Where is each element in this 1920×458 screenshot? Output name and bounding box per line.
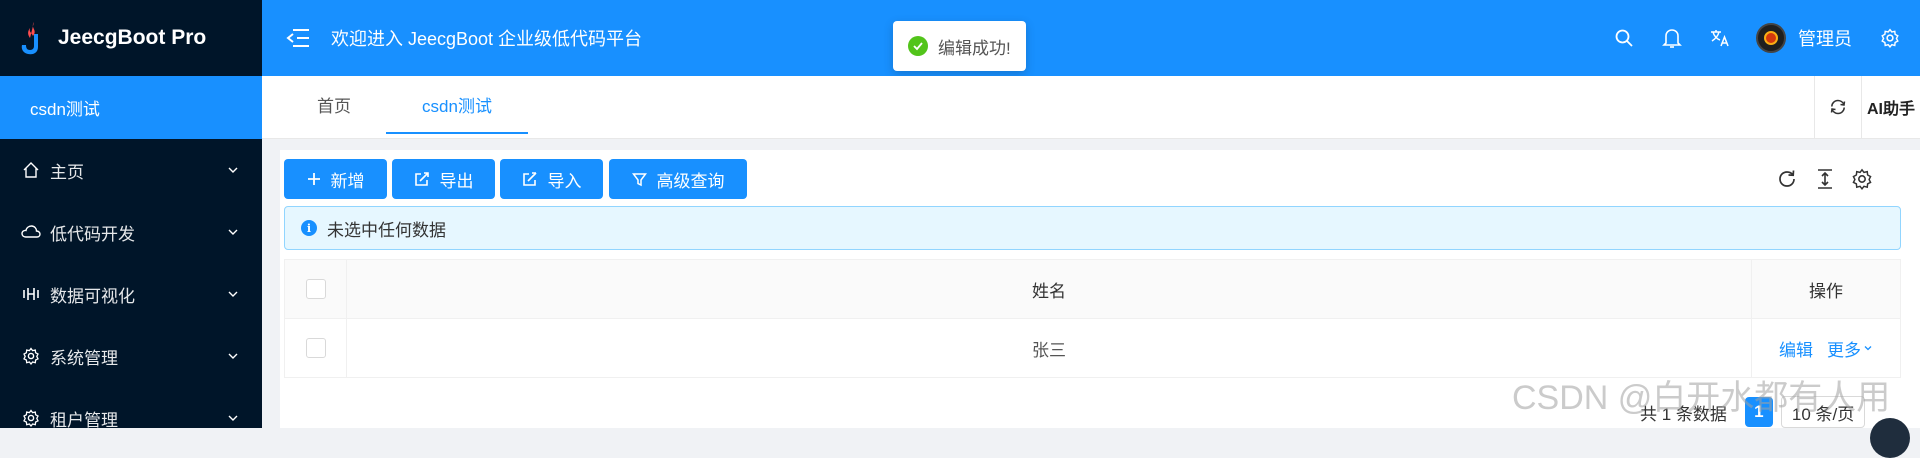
column-header-label: 姓名 bbox=[1032, 281, 1066, 301]
more-dropdown[interactable]: 更多 bbox=[1827, 336, 1873, 361]
advanced-query-label: 高级查询 bbox=[656, 171, 725, 191]
import-button-label: 导入 bbox=[547, 171, 582, 191]
column-header-label: 操作 bbox=[1809, 281, 1843, 301]
sidebar-item-label: 数据可视化 bbox=[50, 286, 135, 306]
add-button-label: 新增 bbox=[330, 171, 365, 191]
toast-message: 编辑成功! bbox=[938, 38, 1011, 58]
filter-icon bbox=[631, 172, 647, 186]
chart-icon bbox=[20, 283, 42, 305]
import-button[interactable]: 导入 bbox=[500, 159, 603, 199]
tab-home[interactable]: 首页 bbox=[313, 76, 355, 132]
selection-alert: i 未选中任何数据 bbox=[284, 206, 1901, 250]
bell-icon[interactable] bbox=[1660, 26, 1684, 50]
column-header-actions: 操作 bbox=[1752, 260, 1900, 318]
tab-label: 首页 bbox=[317, 96, 351, 116]
sidebar-item-csdn-test[interactable]: csdn测试 bbox=[0, 76, 262, 139]
info-icon: i bbox=[301, 220, 317, 236]
chevron-down-icon bbox=[228, 229, 238, 235]
menu-fold-icon[interactable] bbox=[283, 23, 313, 53]
csdn-watermark: CSDN @白开水都有人用 bbox=[1512, 379, 1891, 417]
translate-icon[interactable] bbox=[1708, 26, 1732, 50]
sidebar-item-home[interactable]: 主页 bbox=[0, 139, 262, 201]
floating-action-button[interactable] bbox=[1870, 418, 1910, 458]
sidebar-item-label: 租户管理 bbox=[50, 410, 118, 430]
table-settings-icon[interactable] bbox=[1849, 166, 1875, 192]
search-icon[interactable] bbox=[1612, 26, 1636, 50]
alert-text: 未选中任何数据 bbox=[327, 220, 446, 240]
sidebar-item-label: 低代码开发 bbox=[50, 224, 135, 244]
export-button-label: 导出 bbox=[439, 171, 474, 191]
name-cell: 张三 bbox=[347, 319, 1752, 377]
reload-icon[interactable] bbox=[1774, 166, 1800, 192]
advanced-query-button[interactable]: 高级查询 bbox=[609, 159, 747, 199]
sidebar-active-label: csdn测试 bbox=[30, 100, 100, 119]
ai-assistant-label: AI助手 bbox=[1866, 101, 1915, 118]
jeecg-logo-icon bbox=[21, 22, 38, 55]
home-icon bbox=[20, 159, 42, 181]
edit-link[interactable]: 编辑 bbox=[1779, 336, 1813, 361]
chevron-down-icon bbox=[228, 353, 238, 359]
settings-icon[interactable] bbox=[1878, 26, 1902, 50]
tab-bar: 首页 csdn测试 AI助手 bbox=[262, 76, 1920, 139]
sidebar: JeecgBoot Pro csdn测试 主页 低代码开发 数据可视化 系统管理 bbox=[0, 0, 262, 430]
sidebar-item-label: 主页 bbox=[50, 162, 84, 182]
chevron-down-icon bbox=[228, 415, 238, 421]
gear-icon bbox=[20, 407, 42, 429]
chevron-down-icon bbox=[228, 291, 238, 297]
add-button[interactable]: 新增 bbox=[284, 159, 387, 199]
header-actions: 管理员 bbox=[1612, 0, 1920, 76]
tab-label: csdn测试 bbox=[422, 96, 492, 116]
check-circle-icon bbox=[908, 36, 928, 56]
avatar[interactable] bbox=[1756, 23, 1786, 53]
export-icon bbox=[414, 172, 429, 186]
column-header-name: 姓名 bbox=[347, 260, 1752, 318]
ai-assistant-button[interactable]: AI助手 bbox=[1861, 76, 1920, 138]
app-logo[interactable]: JeecgBoot Pro bbox=[0, 0, 262, 76]
actions-cell: 编辑 更多 bbox=[1752, 319, 1900, 377]
data-table: 姓名 操作 张三 编辑 更多 bbox=[284, 259, 1901, 378]
chevron-down-icon bbox=[228, 167, 238, 173]
success-toast: 编辑成功! bbox=[893, 21, 1026, 71]
app-name: JeecgBoot Pro bbox=[58, 26, 207, 49]
tab-tools: AI助手 bbox=[1814, 76, 1920, 138]
plus-icon bbox=[307, 173, 320, 185]
sidebar-item-label: 系统管理 bbox=[50, 348, 118, 368]
tab-csdn-test[interactable]: csdn测试 bbox=[386, 76, 528, 134]
top-header: 欢迎进入 JeecgBoot 企业级低代码平台 管理员 bbox=[262, 0, 1920, 76]
user-name[interactable]: 管理员 bbox=[1798, 25, 1852, 51]
header-checkbox-cell bbox=[285, 260, 347, 318]
import-icon bbox=[522, 172, 537, 186]
sidebar-item-lowcode[interactable]: 低代码开发 bbox=[0, 201, 262, 263]
sidebar-item-system[interactable]: 系统管理 bbox=[0, 325, 262, 387]
select-all-checkbox[interactable] bbox=[305, 279, 326, 299]
row-checkbox[interactable] bbox=[305, 338, 326, 358]
sidebar-item-tenant[interactable]: 租户管理 bbox=[0, 387, 262, 449]
table-header-row: 姓名 操作 bbox=[285, 260, 1900, 319]
chevron-down-icon bbox=[1864, 346, 1872, 351]
export-button[interactable]: 导出 bbox=[392, 159, 495, 199]
welcome-title: 欢迎进入 JeecgBoot 企业级低代码平台 bbox=[331, 29, 643, 49]
row-checkbox-cell bbox=[285, 319, 347, 377]
cloud-icon bbox=[20, 221, 42, 243]
more-label: 更多 bbox=[1827, 340, 1861, 360]
name-value: 张三 bbox=[1032, 340, 1066, 360]
sidebar-item-data-visual[interactable]: 数据可视化 bbox=[0, 263, 262, 325]
gear-icon bbox=[20, 345, 42, 367]
refresh-tab-icon[interactable] bbox=[1814, 76, 1861, 138]
column-height-icon[interactable] bbox=[1812, 166, 1838, 192]
